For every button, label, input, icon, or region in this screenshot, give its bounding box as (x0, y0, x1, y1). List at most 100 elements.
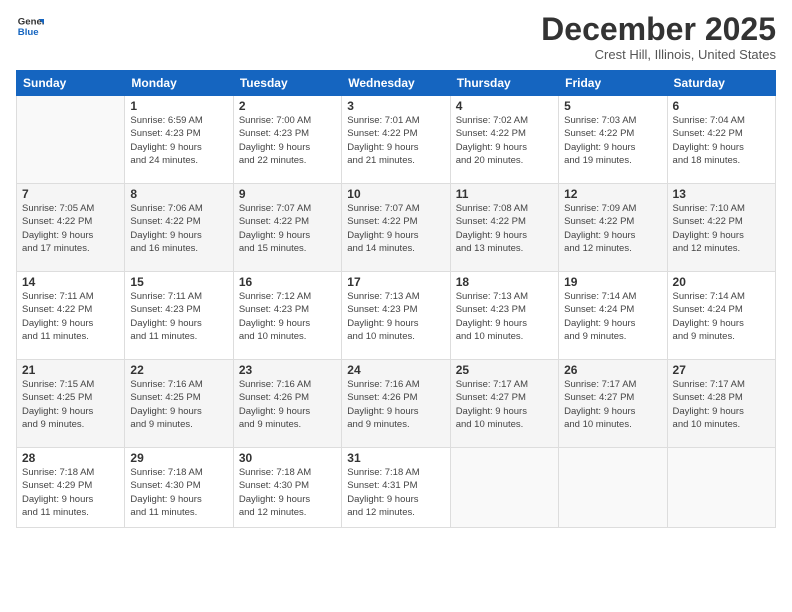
day-info: Sunrise: 7:02 AMSunset: 4:22 PMDaylight:… (456, 114, 553, 167)
table-row (667, 448, 775, 528)
col-thursday: Thursday (450, 71, 558, 96)
day-number: 3 (347, 99, 444, 113)
day-info: Sunrise: 7:03 AMSunset: 4:22 PMDaylight:… (564, 114, 661, 167)
table-row: 16Sunrise: 7:12 AMSunset: 4:23 PMDayligh… (233, 272, 341, 360)
table-row: 2Sunrise: 7:00 AMSunset: 4:23 PMDaylight… (233, 96, 341, 184)
day-info: Sunrise: 7:18 AMSunset: 4:29 PMDaylight:… (22, 466, 119, 519)
table-row: 7Sunrise: 7:05 AMSunset: 4:22 PMDaylight… (17, 184, 125, 272)
day-info: Sunrise: 7:00 AMSunset: 4:23 PMDaylight:… (239, 114, 336, 167)
logo: General Blue (16, 12, 44, 40)
table-row: 21Sunrise: 7:15 AMSunset: 4:25 PMDayligh… (17, 360, 125, 448)
logo-icon: General Blue (16, 12, 44, 40)
svg-text:Blue: Blue (18, 27, 39, 38)
col-monday: Monday (125, 71, 233, 96)
day-info: Sunrise: 6:59 AMSunset: 4:23 PMDaylight:… (130, 114, 227, 167)
col-friday: Friday (559, 71, 667, 96)
day-info: Sunrise: 7:17 AMSunset: 4:28 PMDaylight:… (673, 378, 770, 431)
calendar-week-row: 7Sunrise: 7:05 AMSunset: 4:22 PMDaylight… (17, 184, 776, 272)
day-number: 18 (456, 275, 553, 289)
day-number: 14 (22, 275, 119, 289)
day-info: Sunrise: 7:17 AMSunset: 4:27 PMDaylight:… (564, 378, 661, 431)
day-info: Sunrise: 7:01 AMSunset: 4:22 PMDaylight:… (347, 114, 444, 167)
table-row: 28Sunrise: 7:18 AMSunset: 4:29 PMDayligh… (17, 448, 125, 528)
col-wednesday: Wednesday (342, 71, 450, 96)
day-number: 15 (130, 275, 227, 289)
table-row: 22Sunrise: 7:16 AMSunset: 4:25 PMDayligh… (125, 360, 233, 448)
day-number: 26 (564, 363, 661, 377)
month-title: December 2025 (541, 12, 776, 47)
header: General Blue December 2025 Crest Hill, I… (16, 12, 776, 62)
table-row: 5Sunrise: 7:03 AMSunset: 4:22 PMDaylight… (559, 96, 667, 184)
day-number: 1 (130, 99, 227, 113)
day-info: Sunrise: 7:18 AMSunset: 4:31 PMDaylight:… (347, 466, 444, 519)
day-info: Sunrise: 7:18 AMSunset: 4:30 PMDaylight:… (130, 466, 227, 519)
header-row: Sunday Monday Tuesday Wednesday Thursday… (17, 71, 776, 96)
calendar-week-row: 21Sunrise: 7:15 AMSunset: 4:25 PMDayligh… (17, 360, 776, 448)
day-number: 31 (347, 451, 444, 465)
page: General Blue December 2025 Crest Hill, I… (0, 0, 792, 612)
day-number: 27 (673, 363, 770, 377)
location: Crest Hill, Illinois, United States (541, 47, 776, 62)
day-info: Sunrise: 7:11 AMSunset: 4:22 PMDaylight:… (22, 290, 119, 343)
day-info: Sunrise: 7:16 AMSunset: 4:26 PMDaylight:… (239, 378, 336, 431)
day-info: Sunrise: 7:13 AMSunset: 4:23 PMDaylight:… (456, 290, 553, 343)
table-row: 24Sunrise: 7:16 AMSunset: 4:26 PMDayligh… (342, 360, 450, 448)
day-number: 19 (564, 275, 661, 289)
table-row: 4Sunrise: 7:02 AMSunset: 4:22 PMDaylight… (450, 96, 558, 184)
day-number: 25 (456, 363, 553, 377)
table-row: 6Sunrise: 7:04 AMSunset: 4:22 PMDaylight… (667, 96, 775, 184)
day-number: 13 (673, 187, 770, 201)
day-number: 9 (239, 187, 336, 201)
day-info: Sunrise: 7:11 AMSunset: 4:23 PMDaylight:… (130, 290, 227, 343)
day-info: Sunrise: 7:05 AMSunset: 4:22 PMDaylight:… (22, 202, 119, 255)
day-info: Sunrise: 7:12 AMSunset: 4:23 PMDaylight:… (239, 290, 336, 343)
table-row (17, 96, 125, 184)
col-sunday: Sunday (17, 71, 125, 96)
title-section: December 2025 Crest Hill, Illinois, Unit… (541, 12, 776, 62)
table-row: 8Sunrise: 7:06 AMSunset: 4:22 PMDaylight… (125, 184, 233, 272)
day-number: 12 (564, 187, 661, 201)
day-info: Sunrise: 7:13 AMSunset: 4:23 PMDaylight:… (347, 290, 444, 343)
table-row: 31Sunrise: 7:18 AMSunset: 4:31 PMDayligh… (342, 448, 450, 528)
day-number: 5 (564, 99, 661, 113)
col-tuesday: Tuesday (233, 71, 341, 96)
day-number: 6 (673, 99, 770, 113)
day-number: 21 (22, 363, 119, 377)
table-row: 13Sunrise: 7:10 AMSunset: 4:22 PMDayligh… (667, 184, 775, 272)
day-info: Sunrise: 7:04 AMSunset: 4:22 PMDaylight:… (673, 114, 770, 167)
table-row (450, 448, 558, 528)
table-row: 14Sunrise: 7:11 AMSunset: 4:22 PMDayligh… (17, 272, 125, 360)
day-number: 28 (22, 451, 119, 465)
table-row: 27Sunrise: 7:17 AMSunset: 4:28 PMDayligh… (667, 360, 775, 448)
table-row: 12Sunrise: 7:09 AMSunset: 4:22 PMDayligh… (559, 184, 667, 272)
calendar-table: Sunday Monday Tuesday Wednesday Thursday… (16, 70, 776, 528)
day-info: Sunrise: 7:07 AMSunset: 4:22 PMDaylight:… (347, 202, 444, 255)
day-info: Sunrise: 7:10 AMSunset: 4:22 PMDaylight:… (673, 202, 770, 255)
day-number: 16 (239, 275, 336, 289)
day-number: 4 (456, 99, 553, 113)
calendar-week-row: 28Sunrise: 7:18 AMSunset: 4:29 PMDayligh… (17, 448, 776, 528)
table-row: 9Sunrise: 7:07 AMSunset: 4:22 PMDaylight… (233, 184, 341, 272)
day-info: Sunrise: 7:18 AMSunset: 4:30 PMDaylight:… (239, 466, 336, 519)
table-row: 10Sunrise: 7:07 AMSunset: 4:22 PMDayligh… (342, 184, 450, 272)
day-number: 22 (130, 363, 227, 377)
day-info: Sunrise: 7:07 AMSunset: 4:22 PMDaylight:… (239, 202, 336, 255)
day-number: 17 (347, 275, 444, 289)
day-number: 20 (673, 275, 770, 289)
table-row: 26Sunrise: 7:17 AMSunset: 4:27 PMDayligh… (559, 360, 667, 448)
table-row: 19Sunrise: 7:14 AMSunset: 4:24 PMDayligh… (559, 272, 667, 360)
day-info: Sunrise: 7:09 AMSunset: 4:22 PMDaylight:… (564, 202, 661, 255)
table-row: 15Sunrise: 7:11 AMSunset: 4:23 PMDayligh… (125, 272, 233, 360)
table-row (559, 448, 667, 528)
day-info: Sunrise: 7:14 AMSunset: 4:24 PMDaylight:… (564, 290, 661, 343)
table-row: 30Sunrise: 7:18 AMSunset: 4:30 PMDayligh… (233, 448, 341, 528)
day-info: Sunrise: 7:16 AMSunset: 4:25 PMDaylight:… (130, 378, 227, 431)
table-row: 11Sunrise: 7:08 AMSunset: 4:22 PMDayligh… (450, 184, 558, 272)
table-row: 20Sunrise: 7:14 AMSunset: 4:24 PMDayligh… (667, 272, 775, 360)
day-number: 10 (347, 187, 444, 201)
table-row: 17Sunrise: 7:13 AMSunset: 4:23 PMDayligh… (342, 272, 450, 360)
calendar-week-row: 1Sunrise: 6:59 AMSunset: 4:23 PMDaylight… (17, 96, 776, 184)
day-info: Sunrise: 7:15 AMSunset: 4:25 PMDaylight:… (22, 378, 119, 431)
day-info: Sunrise: 7:17 AMSunset: 4:27 PMDaylight:… (456, 378, 553, 431)
table-row: 1Sunrise: 6:59 AMSunset: 4:23 PMDaylight… (125, 96, 233, 184)
